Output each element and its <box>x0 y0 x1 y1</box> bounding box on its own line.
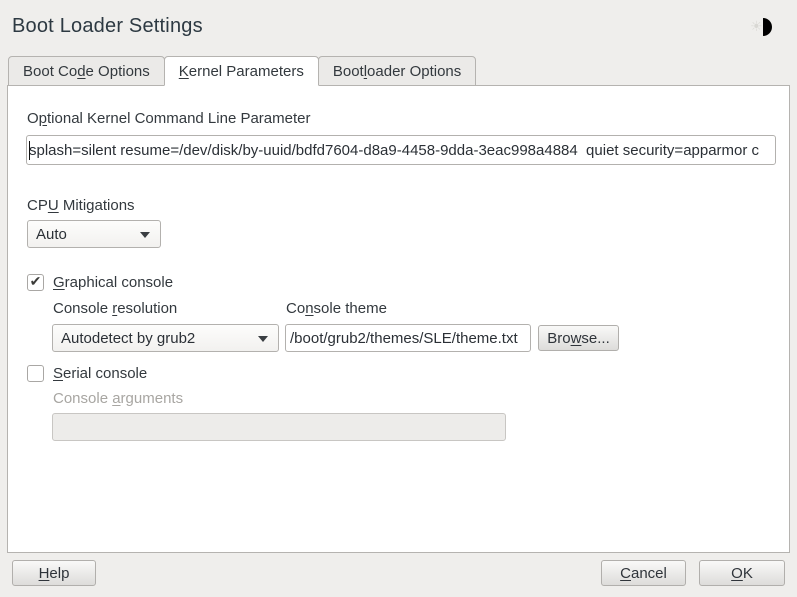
checkmark-icon: ✔ <box>30 273 42 290</box>
graphical-console-checkbox[interactable]: ✔ <box>27 274 44 291</box>
serial-console-checkbox[interactable]: ✔ <box>27 365 44 382</box>
cpu-mitigations-value: Auto <box>36 226 67 243</box>
console-resolution-value: Autodetect by grub2 <box>61 330 195 347</box>
tab-bar: Boot Code Options Kernel Parameters Boot… <box>8 56 475 86</box>
browse-button[interactable]: Browse... <box>538 325 619 351</box>
console-resolution-dropdown[interactable]: Autodetect by grub2 <box>52 324 279 352</box>
theme-toggle-icon[interactable]: ☀ <box>750 16 780 38</box>
boot-loader-settings-dialog: { "window": { "title": "Boot Loader Sett… <box>0 0 797 597</box>
chevron-down-icon <box>258 336 268 342</box>
kernel-cmdline-input[interactable] <box>26 135 776 165</box>
serial-console-label[interactable]: Serial console <box>53 365 147 382</box>
help-button[interactable]: Help <box>12 560 96 586</box>
tab-bootloader-options[interactable]: Bootloader Options <box>318 56 476 86</box>
console-resolution-label: Console resolution <box>53 300 177 317</box>
console-arguments-label: Console arguments <box>53 390 183 407</box>
console-arguments-input <box>52 413 506 441</box>
chevron-down-icon <box>140 232 150 238</box>
cpu-mitigations-dropdown[interactable]: Auto <box>27 220 161 248</box>
cancel-button[interactable]: Cancel <box>601 560 686 586</box>
graphical-console-label[interactable]: Graphical console <box>53 274 173 291</box>
ok-button[interactable]: OK <box>699 560 785 586</box>
console-theme-label: Console theme <box>286 300 387 317</box>
console-theme-input[interactable] <box>285 324 531 352</box>
page-title: Boot Loader Settings <box>12 15 203 38</box>
sun-icon: ☀ <box>750 19 763 33</box>
cpu-mitigations-label: CPU Mitigations <box>27 197 135 214</box>
kernel-cmdline-label: Optional Kernel Command Line Parameter <box>27 110 310 127</box>
tab-boot-code-options[interactable]: Boot Code Options <box>8 56 165 86</box>
moon-icon <box>763 18 772 36</box>
tab-kernel-parameters[interactable]: Kernel Parameters <box>164 56 319 86</box>
kernel-parameters-panel: Optional Kernel Command Line Parameter C… <box>7 85 790 553</box>
text-caret <box>29 141 30 160</box>
